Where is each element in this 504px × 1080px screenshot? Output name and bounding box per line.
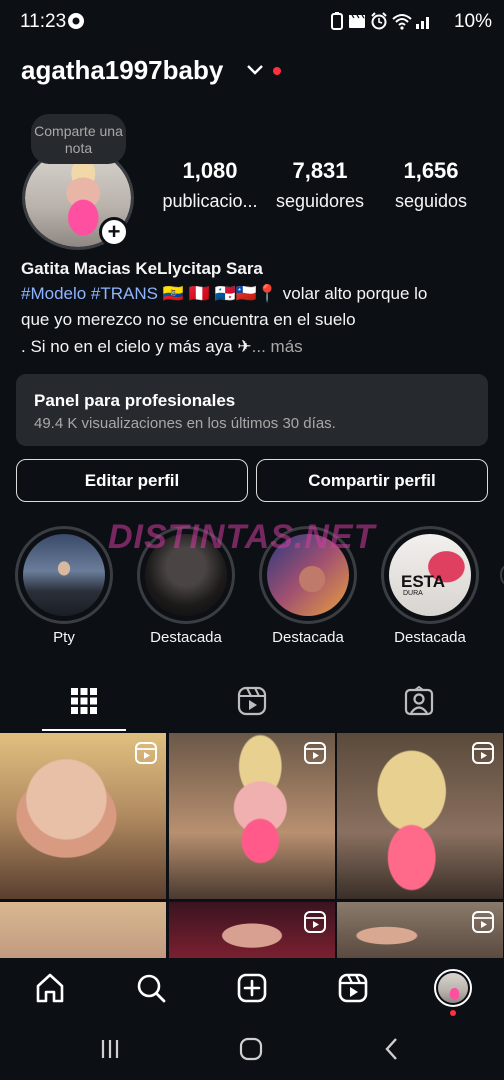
reel-badge-icon [472, 742, 494, 764]
home-button-icon[interactable] [239, 1037, 263, 1061]
profile-tab-photo [438, 973, 468, 1003]
search-icon[interactable] [135, 972, 167, 1004]
edit-profile-button[interactable]: Editar perfil [16, 459, 248, 502]
bio-line-3: . Si no en el cielo y más aya ✈... más [21, 337, 303, 357]
create-icon[interactable] [236, 972, 268, 1004]
panel-subtitle: 49.4 K visualizaciones en los últimos 30… [34, 415, 336, 432]
profile-tab-avatar[interactable] [434, 969, 472, 1007]
stat-following[interactable]: 1,656 seguidos [381, 158, 481, 212]
bio-display-name: Gatita Macias KeLlycitap Sara [21, 259, 263, 278]
highlight-destacada-3[interactable]: ESTA DURA [381, 526, 479, 624]
bio-more-link[interactable]: ... más [252, 337, 303, 356]
highlight-cover-text: ESTA [401, 572, 446, 591]
stat-followers-value: 7,831 [292, 158, 348, 183]
stat-following-value: 1,656 [403, 158, 459, 183]
watermark-text: DISTINTAS.NET [108, 518, 376, 556]
reel-badge-icon [304, 911, 326, 933]
bio-hashtags[interactable]: #Modelo #TRANS [21, 284, 158, 303]
stat-posts-label: publicacio... [162, 191, 258, 211]
chevron-down-icon[interactable] [246, 64, 264, 76]
highlight-cover-subtext: DURA [403, 590, 423, 597]
reel-badge-icon [472, 911, 494, 933]
wifi-icon [392, 14, 412, 30]
note-bubble[interactable]: Comparte una nota [31, 114, 126, 164]
tab-active-indicator [42, 729, 126, 731]
back-icon[interactable] [382, 1037, 402, 1061]
bio-line-1: #Modelo #TRANS 🇪🇨 🇵🇪 🇵🇦🇨🇱📍 volar alto po… [21, 284, 427, 304]
panel-title: Panel para profesionales [34, 391, 236, 410]
battery-level: 10% [453, 11, 492, 32]
bio-line-2: que yo merezco no se encuentra en el sue… [21, 310, 356, 329]
bottom-navigation [0, 958, 504, 1020]
post-thumbnail[interactable] [337, 902, 503, 958]
status-time: 11:23 [20, 11, 67, 32]
highlight-cover [23, 534, 105, 616]
highlight-cover: ESTA DURA [389, 534, 471, 616]
home-icon[interactable] [34, 972, 66, 1004]
bio-text-1: volar alto porque lo [282, 284, 428, 303]
app-notification-icon [68, 13, 84, 29]
stat-followers-label: seguidores [275, 191, 365, 211]
system-navigation [0, 1020, 504, 1080]
clapper-icon [349, 14, 365, 28]
stat-posts-value: 1,080 [182, 158, 238, 183]
bio-text-3: . Si no en el cielo y más aya ✈ [21, 337, 252, 356]
highlight-label: Destacada [272, 629, 344, 646]
status-bar: 11:23 10% [0, 0, 504, 44]
battery-saver-icon [331, 12, 343, 30]
alarm-icon [371, 12, 387, 30]
post-thumbnail[interactable] [0, 902, 166, 958]
share-profile-button[interactable]: Compartir perfil [256, 459, 488, 502]
profile-notification-dot [450, 1010, 456, 1016]
professional-dashboard[interactable]: Panel para profesionales 49.4 K visualiz… [16, 374, 488, 446]
add-story-icon[interactable]: + [99, 217, 129, 247]
recent-apps-icon[interactable] [99, 1038, 121, 1060]
post-thumbnail[interactable] [0, 733, 166, 899]
tagged-icon[interactable] [404, 686, 434, 716]
stat-posts[interactable]: 1,080 publicacio... [160, 158, 260, 212]
reel-badge-icon [304, 742, 326, 764]
signal-icon [416, 17, 429, 29]
post-thumbnail[interactable] [169, 733, 335, 899]
highlight-pty[interactable] [15, 526, 113, 624]
bio-flags: 🇪🇨 🇵🇪 🇵🇦🇨🇱📍 [162, 284, 279, 303]
grid-icon[interactable] [70, 687, 98, 715]
stat-followers[interactable]: 7,831 seguidores [270, 158, 370, 212]
profile-username[interactable]: agatha1997baby [21, 55, 223, 86]
notification-dot [273, 67, 281, 75]
highlight-label: Destacada [394, 629, 466, 646]
post-thumbnail[interactable] [337, 733, 503, 899]
post-thumbnail[interactable] [169, 902, 335, 958]
reels-icon[interactable] [237, 686, 267, 716]
highlight-label: Pty [53, 629, 75, 646]
highlight-label: Destacada [150, 629, 222, 646]
reels-nav-icon[interactable] [337, 972, 369, 1004]
highlight-partial[interactable] [500, 566, 504, 584]
reel-badge-icon [135, 742, 157, 764]
stat-following-label: seguidos [394, 191, 468, 211]
